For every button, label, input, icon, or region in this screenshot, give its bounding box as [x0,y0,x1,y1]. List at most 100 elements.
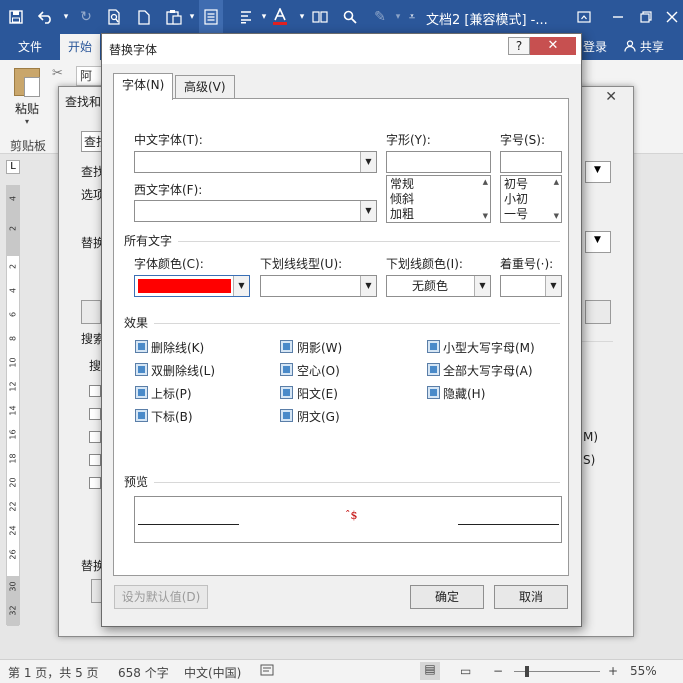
web-layout-icon[interactable]: ▭ [460,664,471,678]
divider [579,341,613,342]
share-button[interactable]: 共享 [616,34,672,60]
list-item[interactable]: 一号 [504,207,528,222]
shadow-label: 阴影(W) [297,341,343,355]
small-caps-label: 小型大写字母(M) [443,341,535,355]
ruler-tick: 32 [8,605,18,616]
emphasis-label: 着重号(·): [500,257,554,271]
find-replace-close-icon[interactable]: ✕ [605,89,617,105]
list-item[interactable]: 倾斜 [390,192,414,207]
language-indicator[interactable]: 中文(中国) [184,664,241,681]
zoom-slider-thumb[interactable] [525,666,529,677]
zoom-out-icon[interactable]: − [493,664,503,678]
replace-with-dropdown[interactable]: ▼ [585,231,611,253]
engrave-checkbox[interactable] [280,409,293,422]
style-input[interactable] [386,151,491,173]
word-count[interactable]: 658 个字 [118,664,169,681]
ruler-tick: 30 [8,581,18,592]
search-icon[interactable] [338,0,362,34]
divider [154,482,560,483]
option-checkbox[interactable] [89,477,101,489]
scroll-down-icon[interactable]: ▼ [483,212,488,220]
list-item[interactable]: 加粗 [390,207,414,222]
ruler-tick: 6 [8,311,18,318]
cn-font-combo[interactable]: ▼ [134,151,377,173]
ribbon-display-icon[interactable] [566,0,602,34]
scroll-down-icon[interactable]: ▼ [554,212,559,220]
set-default-button[interactable]: 设为默认值(D) [114,585,208,609]
outline-label: 空心(O) [297,364,340,378]
double-strikethrough-checkbox[interactable] [135,363,148,376]
title-bar: ▾ ↻ ▾ ▾ ▾ ✎ ▾ ⩡ 文档2 [兼容模式] -... [0,0,683,34]
person-icon [624,40,640,54]
underline-color-combo[interactable]: 无颜色 ▼ [386,275,491,297]
all-caps-checkbox[interactable] [427,363,440,376]
ok-button[interactable]: 确定 [410,585,484,609]
subscript-checkbox[interactable] [135,409,148,422]
ruler-tick: 24 [8,525,18,536]
page-count[interactable]: 第 1 页，共 5 页 [8,664,99,681]
ruler-tick: 4 [8,195,18,202]
dialog-close-button[interactable]: ✕ [530,37,576,55]
scroll-up-icon[interactable]: ▲ [554,178,559,186]
close-icon[interactable] [654,0,683,34]
style-list[interactable]: 常规 倾斜 加粗 ▲ ▼ [386,175,491,223]
tab-file[interactable]: 文件 [10,34,50,60]
zoom-in-icon[interactable]: + [608,664,618,678]
west-font-combo[interactable]: ▼ [134,200,377,222]
tab-advanced[interactable]: 高级(V) [175,75,235,99]
columns-icon[interactable] [308,0,332,34]
proofing-icon[interactable] [260,664,274,679]
paste-button[interactable]: 粘贴 ▾ [10,68,44,126]
find-what-dropdown[interactable]: ▼ [585,161,611,183]
chevron-down-icon: ▼ [360,152,376,172]
emboss-label: 阳文(E) [297,387,338,401]
superscript-checkbox[interactable] [135,386,148,399]
save-icon[interactable] [4,0,28,34]
find-next-button[interactable] [585,300,611,324]
hidden-checkbox[interactable] [427,386,440,399]
small-caps-checkbox[interactable] [427,340,440,353]
divider [178,241,560,242]
new-document-icon[interactable] [132,0,156,34]
font-color-combo[interactable]: ▼ [134,275,250,297]
font-color-label: 字体颜色(C): [134,257,204,271]
print-preview-icon[interactable] [102,0,126,34]
customize-qat-icon[interactable]: ⩡ [400,0,424,34]
print-layout-icon[interactable]: ▤ [420,662,440,680]
cut-icon[interactable]: ✂ [52,66,63,81]
size-input[interactable] [500,151,562,173]
cancel-button[interactable]: 取消 [494,585,568,609]
close-icon: ✕ [547,38,559,53]
tab-font[interactable]: 字体(N) [113,73,174,100]
read-mode-icon[interactable] [199,0,223,34]
list-item[interactable]: 常规 [390,177,414,192]
size-list[interactable]: 初号 小初 一号 ▲ ▼ [500,175,562,223]
cn-font-value [135,152,359,172]
help-button[interactable]: ? [508,37,530,55]
outline-checkbox[interactable] [280,363,293,376]
option-checkbox[interactable] [89,408,101,420]
preview-baseline-left [138,524,239,525]
zoom-level[interactable]: 55% [630,664,657,678]
less-button[interactable] [81,300,101,324]
status-bar: 第 1 页，共 5 页 658 个字 中文(中国) ▤ ▭ − + 55% [0,659,683,683]
option-checkbox[interactable] [89,385,101,397]
emphasis-combo[interactable]: ▼ [500,275,562,297]
ruler-tick: 18 [8,453,18,464]
underline-type-combo[interactable]: ▼ [260,275,377,297]
font-name-box[interactable]: 阿里 [76,66,104,86]
redo-icon[interactable]: ↻ [74,0,98,34]
strikethrough-label: 删除线(K) [151,341,205,355]
option-checkbox[interactable] [89,431,101,443]
shadow-checkbox[interactable] [280,340,293,353]
tab-home[interactable]: 开始 [60,34,101,60]
font-color-icon[interactable] [268,0,292,34]
scroll-up-icon[interactable]: ▲ [483,178,488,186]
list-item[interactable]: 小初 [504,192,528,207]
preview-section-label: 预览 [124,475,149,489]
list-item[interactable]: 初号 [504,177,528,192]
strikethrough-checkbox[interactable] [135,340,148,353]
option-checkbox[interactable] [89,454,101,466]
emboss-checkbox[interactable] [280,386,293,399]
tab-selector[interactable]: L [6,160,20,174]
